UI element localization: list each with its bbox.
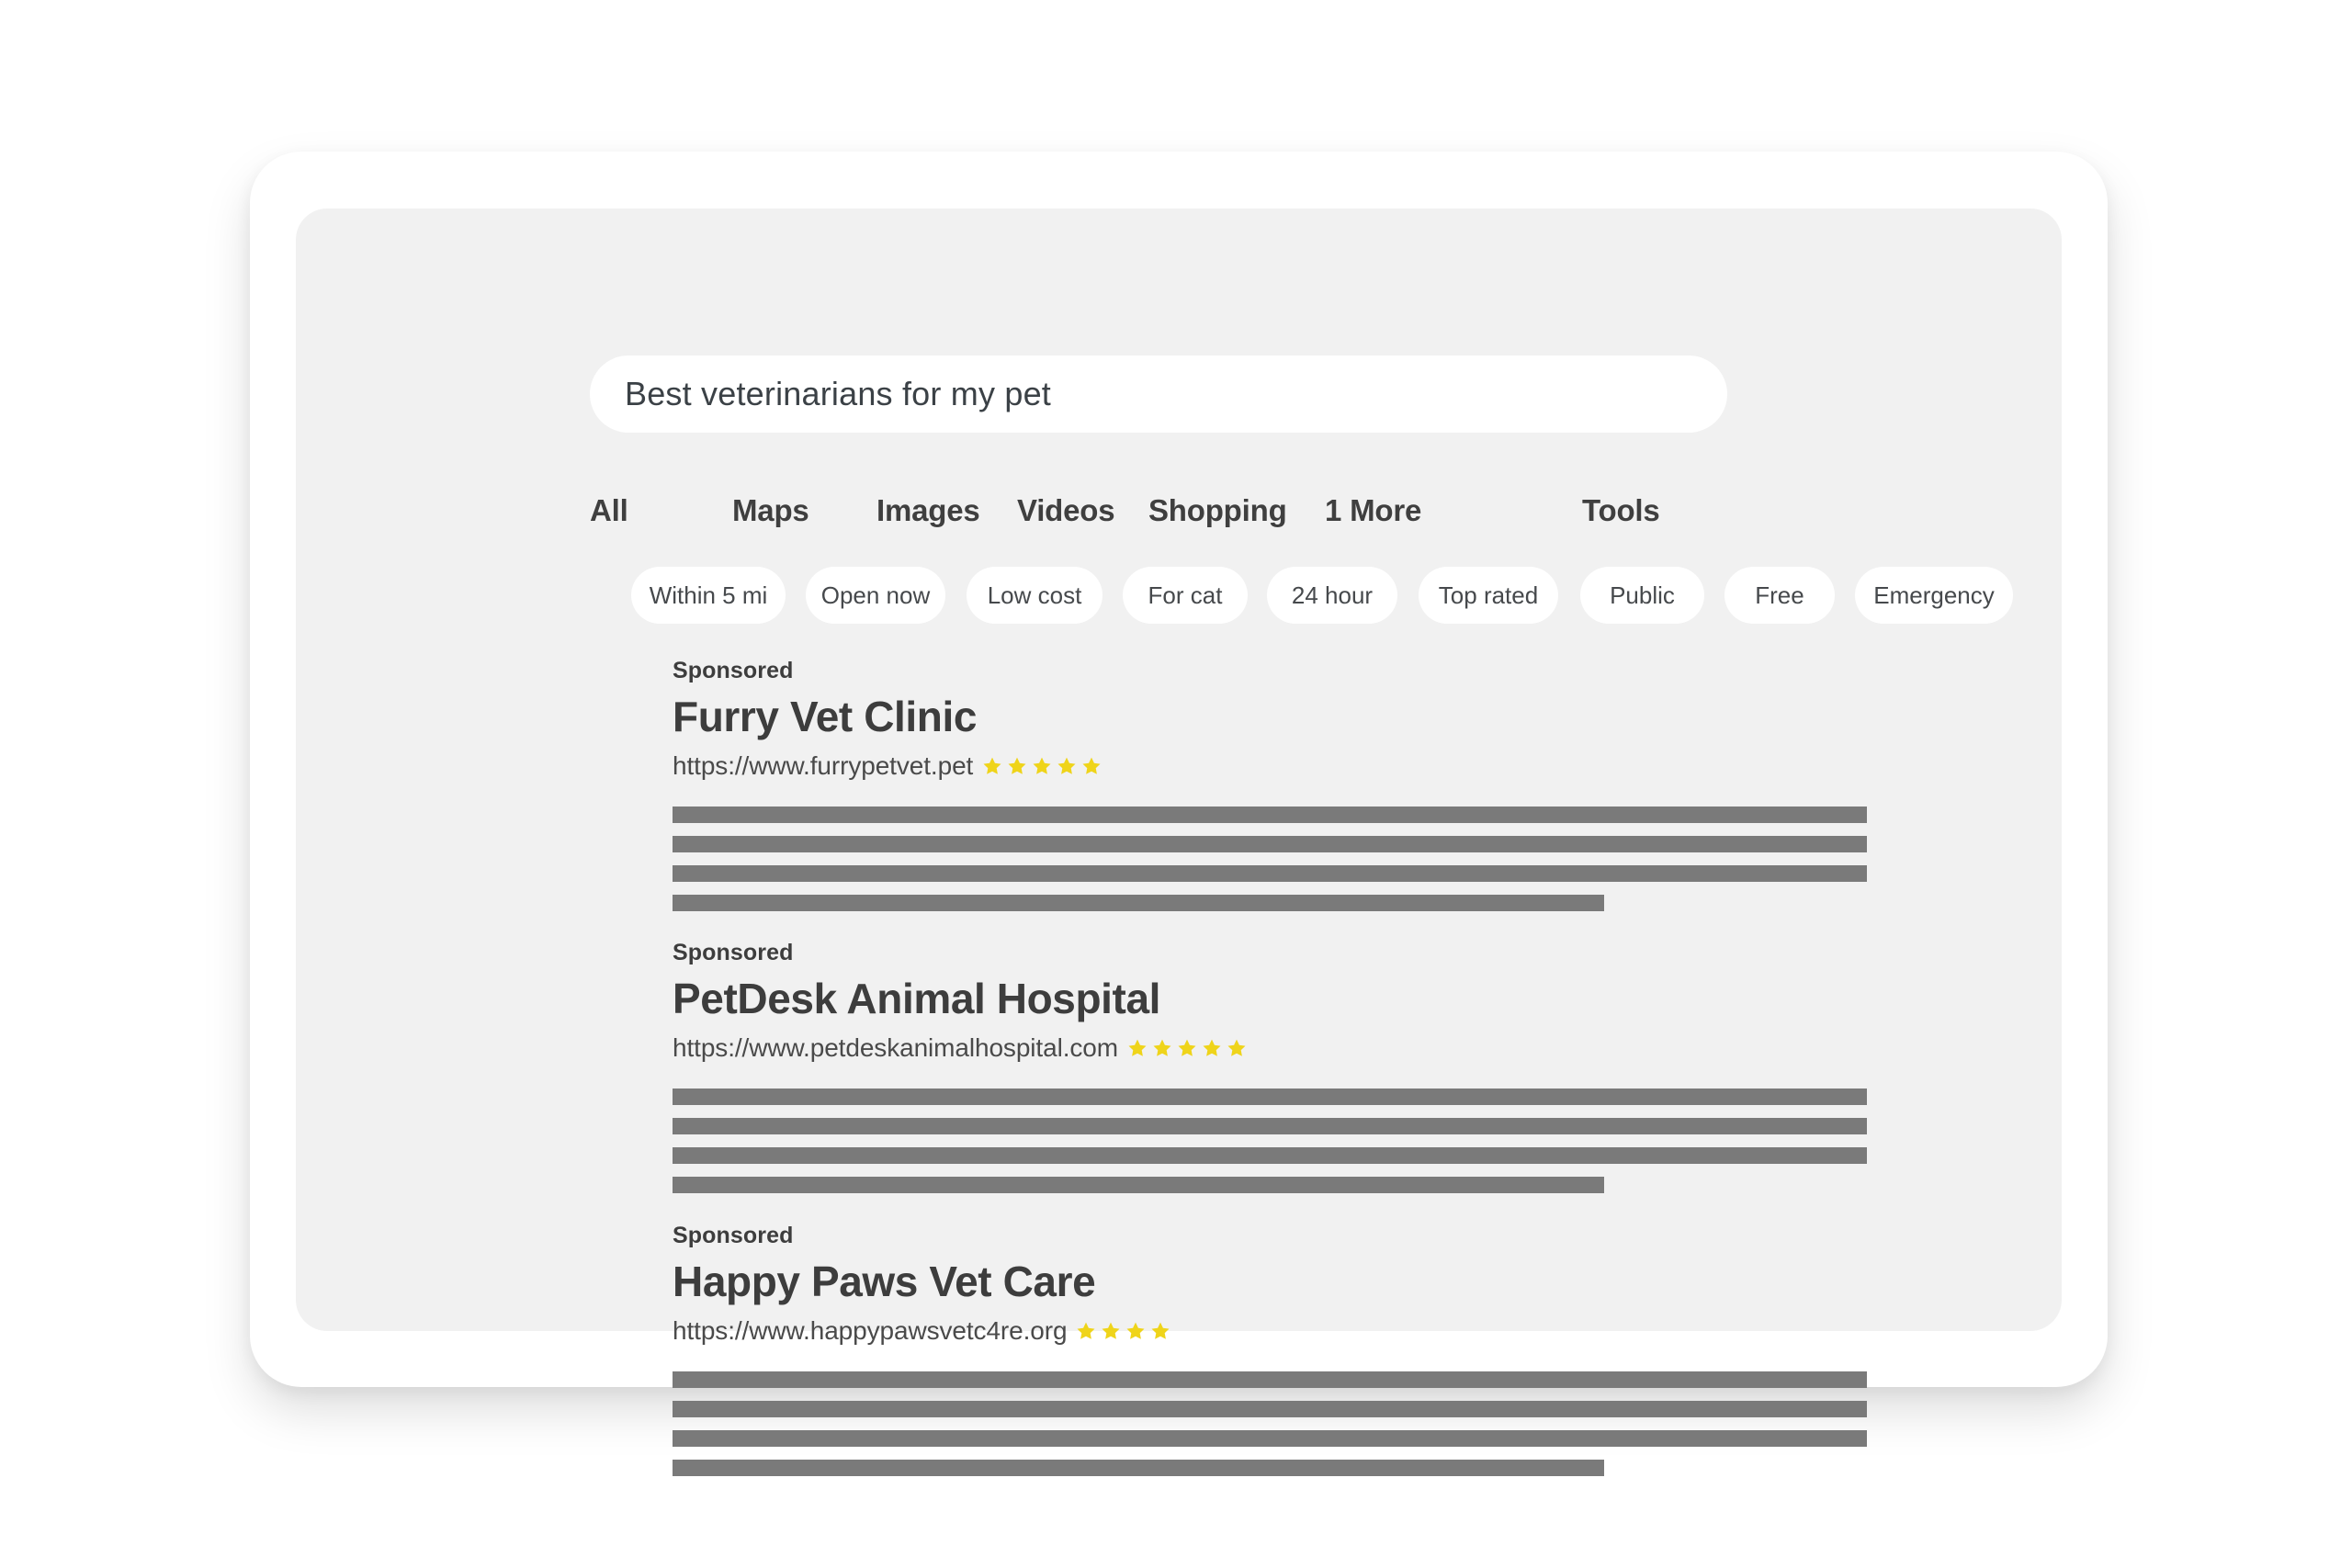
search-result[interactable]: Sponsored Furry Vet Clinic https://www.fur… [673,660,1867,911]
placeholder-bar [673,1429,1867,1447]
sponsored-badge: Sponsored [673,1223,794,1248]
result-url[interactable]: https://www.furrypetvet.pet [673,751,973,781]
screenshot-root: Best veterinarians for my pet All Maps Ima… [0,0,2352,1568]
placeholder-bar [673,1400,1867,1417]
device-card: Best veterinarians for my pet All Maps Ima… [250,152,2108,1476]
placeholder-bar [673,835,1867,852]
search-result[interactable]: Sponsored Happy Paws Vet Care https://www.… [673,1224,1867,1476]
placeholder-bar [673,1088,1867,1105]
result-snippet-placeholder [673,806,1867,911]
star-icon [1201,1037,1223,1059]
sponsored-badge: Sponsored [673,658,794,683]
star-icon [1100,1320,1122,1342]
result-url-row: https://www.furrypetvet.pet [673,751,1867,781]
star-icon [1031,755,1053,777]
rating-stars [1075,1320,1171,1342]
placeholder-bar [673,1117,1867,1134]
star-icon [981,755,1003,777]
star-icon [1126,1037,1148,1059]
star-icon [1075,1320,1097,1342]
result-url-row: https://www.petdeskanimalhospital.com [673,1033,1867,1063]
placeholder-bar [673,894,1604,911]
placeholder-bar [673,1459,1604,1476]
star-icon [1125,1320,1147,1342]
result-title[interactable]: PetDesk Animal Hospital [673,976,1867,1022]
star-icon [1226,1037,1248,1059]
star-icon [1006,755,1028,777]
search-result[interactable]: Sponsored PetDesk Animal Hospital https://… [673,942,1867,1193]
result-title[interactable]: Happy Paws Vet Care [673,1258,1867,1305]
result-snippet-placeholder [673,1088,1867,1193]
star-icon [1151,1037,1173,1059]
rating-stars [981,755,1102,777]
result-url[interactable]: https://www.happypawsvetc4re.org [673,1316,1068,1346]
star-icon [1056,755,1078,777]
placeholder-bar [673,806,1867,823]
result-url-row: https://www.happypawsvetc4re.org [673,1316,1867,1346]
placeholder-bar [673,1176,1604,1193]
placeholder-bar [673,1371,1867,1388]
placeholder-bar [673,1146,1867,1164]
star-icon [1176,1037,1198,1059]
sponsored-badge: Sponsored [673,940,794,965]
placeholder-bar [673,864,1867,882]
result-url[interactable]: https://www.petdeskanimalhospital.com [673,1033,1118,1063]
results-list: Sponsored Furry Vet Clinic https://www.fur… [250,152,2108,1476]
result-title[interactable]: Furry Vet Clinic [673,694,1867,740]
star-icon [1080,755,1102,777]
result-snippet-placeholder [673,1371,1867,1476]
rating-stars [1126,1037,1248,1059]
star-icon [1149,1320,1171,1342]
